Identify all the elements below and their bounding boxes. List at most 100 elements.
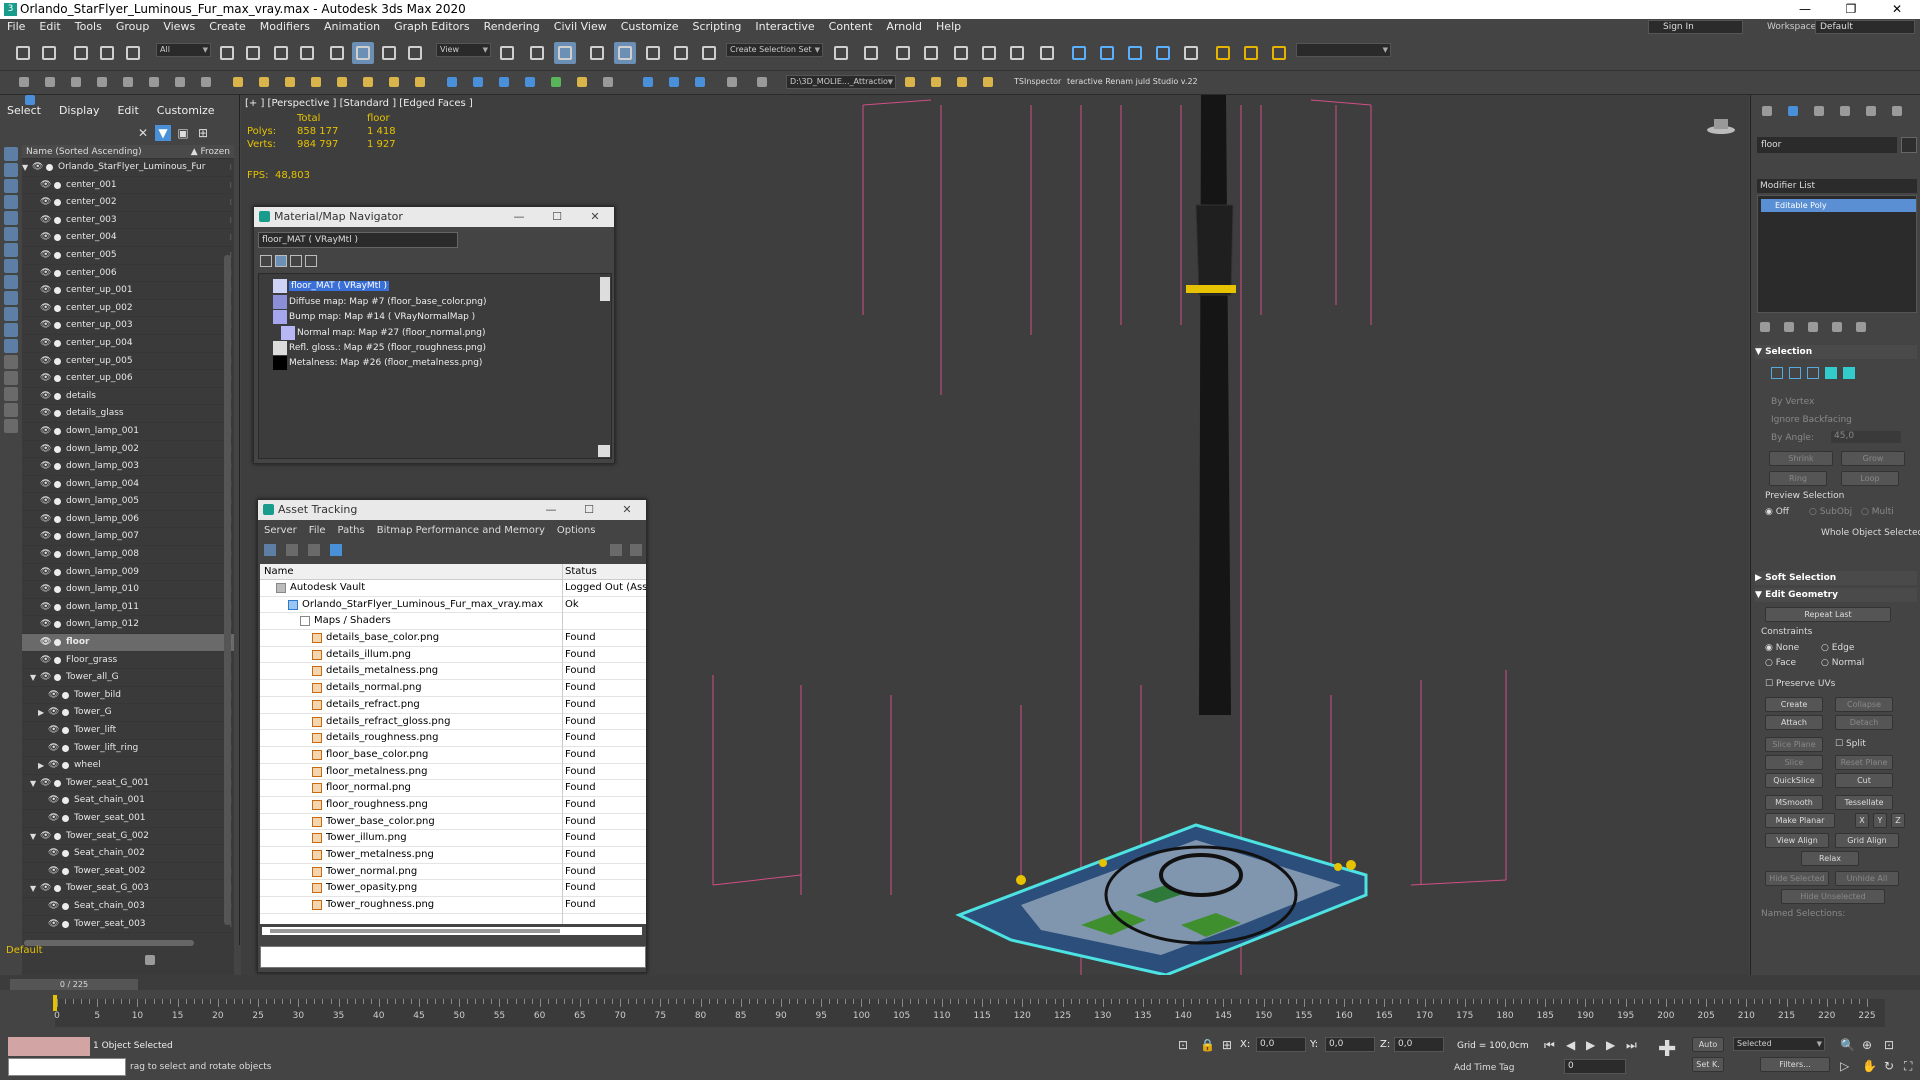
layer-explorer-icon[interactable] [892, 42, 914, 64]
frozen-toggle-icon[interactable]: ⁝ [229, 159, 232, 177]
asset-row[interactable]: Tower_base_color.png Found [260, 814, 646, 831]
frozen-toggle-icon[interactable]: ⁝ [229, 229, 232, 247]
hide-selected-button[interactable]: Hide Selected [1765, 871, 1829, 886]
viewcube-icon[interactable] [1706, 115, 1736, 135]
scene-item[interactable]: 👁Seat_chain_001⁝ [22, 792, 234, 810]
visibility-eye-icon[interactable]: 👁 [40, 528, 51, 546]
vray-material-icon[interactable] [640, 74, 656, 90]
menu-create[interactable]: Create [202, 19, 253, 35]
scene-item[interactable]: 👁down_lamp_010⁝ [22, 581, 234, 599]
ring-button[interactable]: Ring [1769, 471, 1827, 486]
tool-c-icon[interactable] [68, 74, 84, 90]
asset-row[interactable]: floor_base_color.png Found [260, 747, 646, 764]
visibility-eye-icon[interactable]: 👁 [40, 405, 51, 423]
scene-item[interactable]: 👁Floor_grass⁝ [22, 652, 234, 670]
visibility-eye-icon[interactable]: 👁 [40, 493, 51, 511]
asset-view-d-icon[interactable] [330, 544, 342, 556]
visibility-eye-icon[interactable]: 👁 [48, 810, 59, 828]
asset-path-field[interactable] [260, 946, 646, 968]
visibility-eye-icon[interactable]: 👁 [40, 370, 51, 388]
filter-lights-icon[interactable] [4, 179, 18, 193]
filter-bones-icon[interactable] [4, 275, 18, 289]
scene-item[interactable]: 👁 center_003 ⁝ [22, 212, 234, 230]
view-list-icons-icon[interactable] [275, 255, 287, 267]
object-name-field[interactable]: floor [1757, 137, 1897, 153]
visibility-eye-icon[interactable]: 👁 [40, 476, 51, 494]
asset-settings-icon[interactable] [630, 544, 642, 556]
vray-dome-icon[interactable] [282, 74, 298, 90]
menu-scripting[interactable]: Scripting [685, 19, 748, 35]
scene-item[interactable]: ▼👁Tower_seat_G_002⁝ [22, 828, 234, 846]
map-item[interactable]: Metalness: Map #26 (floor_metalness.png) [273, 355, 482, 371]
filter-cameras-icon[interactable] [4, 195, 18, 209]
container-c-icon[interactable] [954, 74, 970, 90]
sign-in-dropdown[interactable]: Sign In [1648, 20, 1743, 34]
orbit-icon[interactable]: ↻ [1884, 1059, 1894, 1073]
scene-item[interactable]: 👁Tower_bild⁝ [22, 687, 234, 705]
filter-none-icon[interactable] [4, 355, 18, 369]
vray-fur-icon[interactable] [470, 74, 486, 90]
menu-views[interactable]: Views [156, 19, 202, 35]
edit-named-selection-icon[interactable] [698, 42, 720, 64]
planar-x-button[interactable]: X [1855, 813, 1869, 828]
soft-selection-rollout[interactable]: ▶ Soft Selection [1755, 571, 1917, 585]
grid-align-button[interactable]: Grid Align [1835, 833, 1899, 848]
view-small-icons-icon[interactable] [290, 255, 302, 267]
relax-button[interactable]: Relax [1801, 851, 1859, 866]
current-frame-marker[interactable] [53, 995, 57, 1011]
scene-item[interactable]: ▶👁Tower_G⁝ [22, 704, 234, 722]
visibility-eye-icon[interactable]: 👁 [40, 335, 51, 353]
go-to-end-icon[interactable]: ⏭ [1626, 1038, 1637, 1053]
vray-proxy-icon[interactable] [444, 74, 460, 90]
visibility-eye-icon[interactable]: 👁 [40, 177, 51, 195]
visibility-eye-icon[interactable]: 👁 [40, 423, 51, 441]
visibility-eye-icon[interactable]: 👁 [48, 740, 59, 758]
asset-row[interactable]: details_illum.png Found [260, 647, 646, 664]
slice-plane-button[interactable]: Slice Plane [1765, 737, 1823, 752]
scene-item[interactable]: ▼👁Tower_all_G⁝ [22, 669, 234, 687]
curve-editor-icon[interactable] [950, 42, 972, 64]
split-checkbox[interactable]: ☐ Split [1835, 739, 1866, 749]
visibility-eye-icon[interactable]: 👁 [48, 916, 59, 934]
visibility-eye-icon[interactable]: 👁 [40, 317, 51, 335]
preview-off-radio[interactable]: ◉ Off [1765, 507, 1789, 517]
visibility-eye-icon[interactable]: 👁 [40, 775, 51, 793]
maxscript-listener-field[interactable] [8, 1058, 126, 1076]
scene-item[interactable]: 👁Tower_lift_ring⁝ [22, 740, 234, 758]
set-key-button[interactable]: Set K. [1692, 1057, 1724, 1072]
frozen-toggle-icon[interactable]: ⁝ [229, 177, 232, 195]
expand-toggle-icon[interactable]: ▶ [38, 704, 44, 722]
scene-item[interactable]: 👁Tower_seat_002⁝ [22, 863, 234, 881]
play-icon[interactable]: ▶ [1586, 1038, 1595, 1052]
scene-item[interactable]: 👁down_lamp_007⁝ [22, 528, 234, 547]
polygon-level-icon[interactable] [1825, 367, 1837, 379]
angle-snap-icon[interactable] [614, 42, 636, 64]
scene-item[interactable]: 👁down_lamp_011⁝ [22, 599, 234, 617]
visibility-eye-icon[interactable]: 👁 [40, 616, 51, 634]
menu-file[interactable]: File [0, 19, 32, 35]
timeline-ruler[interactable]: 0 5 10 15 20 25 30 35 40 45 50 55 60 65 70 75 80 85 90 95 10… [54, 999, 1885, 1027]
menu-edit[interactable]: Edit [32, 19, 67, 35]
column-header-name[interactable]: Name (Sorted Ascending) ▲ Frozen [22, 145, 234, 159]
asset-hscrollbar[interactable] [262, 927, 642, 935]
asset-menu-paths[interactable]: Paths [332, 524, 371, 538]
pan-view-icon[interactable]: ✋ [1862, 1059, 1877, 1073]
visibility-eye-icon[interactable]: 👁 [40, 546, 51, 564]
container-b-icon[interactable] [928, 74, 944, 90]
filter-all-icon[interactable] [4, 339, 18, 353]
scene-item[interactable]: ▼👁Tower_seat_G_003⁝ [22, 880, 234, 898]
edge-level-icon[interactable] [1789, 367, 1801, 379]
isolate-selection-icon[interactable]: ⊡ [1178, 1038, 1188, 1052]
scene-item[interactable]: 👁down_lamp_004⁝ [22, 476, 234, 494]
field-of-view-icon[interactable]: ▷ [1840, 1059, 1849, 1073]
unlink-icon[interactable] [96, 42, 118, 64]
unhide-all-button[interactable]: Unhide All [1835, 871, 1899, 886]
visibility-eye-icon[interactable]: 👁 [40, 300, 51, 318]
matnav-scrollbar[interactable] [600, 277, 610, 301]
vray-ambient-icon[interactable] [334, 74, 350, 90]
render-production-icon[interactable] [1124, 42, 1146, 64]
detach-button[interactable]: Detach [1835, 715, 1893, 730]
link-icon[interactable] [70, 42, 92, 64]
pin-stack-icon[interactable] [1757, 319, 1773, 335]
menu-modifiers[interactable]: Modifiers [253, 19, 317, 35]
